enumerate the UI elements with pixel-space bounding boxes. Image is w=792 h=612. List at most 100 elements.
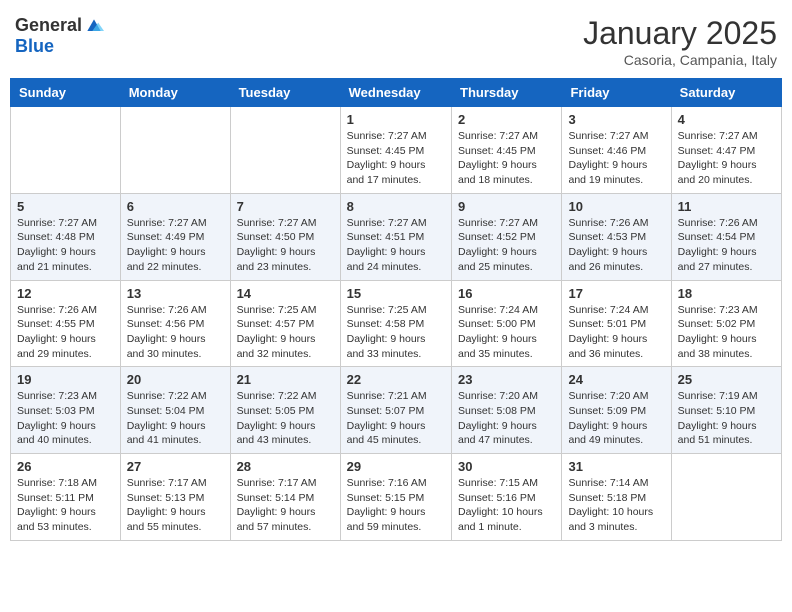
calendar: SundayMondayTuesdayWednesdayThursdayFrid… [10,78,782,541]
cell-day-number: 17 [568,286,664,301]
cell-day-number: 14 [237,286,334,301]
calendar-cell: 6 Sunrise: 7:27 AMSunset: 4:49 PMDaylight… [120,193,230,280]
calendar-cell: 24 Sunrise: 7:20 AMSunset: 5:09 PMDayligh… [562,367,671,454]
cell-info: Sunrise: 7:17 AMSunset: 5:13 PMDaylight:… [127,476,224,535]
cell-day-number: 25 [678,372,775,387]
cell-day-number: 3 [568,112,664,127]
calendar-cell: 7 Sunrise: 7:27 AMSunset: 4:50 PMDaylight… [230,193,340,280]
cell-day-number: 21 [237,372,334,387]
calendar-cell: 22 Sunrise: 7:21 AMSunset: 5:07 PMDayligh… [340,367,451,454]
weekday-header-wednesday: Wednesday [340,79,451,107]
cell-day-number: 31 [568,459,664,474]
calendar-cell: 30Sunrise: 7:15 AMSunset: 5:16 PMDayligh… [452,454,562,541]
calendar-cell [671,454,781,541]
calendar-cell: 13 Sunrise: 7:26 AMSunset: 4:56 PMDayligh… [120,280,230,367]
calendar-cell [230,107,340,194]
calendar-cell: 17 Sunrise: 7:24 AMSunset: 5:01 PMDayligh… [562,280,671,367]
cell-day-number: 28 [237,459,334,474]
calendar-cell: 12Sunrise: 7:26 AMSunset: 4:55 PMDayligh… [11,280,121,367]
calendar-cell: 27 Sunrise: 7:17 AMSunset: 5:13 PMDayligh… [120,454,230,541]
weekday-header-saturday: Saturday [671,79,781,107]
cell-info: Sunrise: 7:27 AMSunset: 4:50 PMDaylight:… [237,216,334,275]
calendar-cell: 25 Sunrise: 7:19 AMSunset: 5:10 PMDayligh… [671,367,781,454]
cell-day-number: 23 [458,372,555,387]
cell-day-number: 10 [568,199,664,214]
calendar-cell: 21 Sunrise: 7:22 AMSunset: 5:05 PMDayligh… [230,367,340,454]
cell-info: Sunrise: 7:20 AMSunset: 5:08 PMDaylight:… [458,389,555,448]
page-header: General Blue January 2025 Casoria, Campa… [10,10,782,68]
cell-info: Sunrise: 7:24 AMSunset: 5:01 PMDaylight:… [568,303,664,362]
cell-day-number: 11 [678,199,775,214]
calendar-cell: 18Sunrise: 7:23 AMSunset: 5:02 PMDayligh… [671,280,781,367]
cell-info: Sunrise: 7:27 AMSunset: 4:52 PMDaylight:… [458,216,555,275]
cell-info: Sunrise: 7:25 AMSunset: 4:57 PMDaylight:… [237,303,334,362]
cell-day-number: 12 [17,286,114,301]
calendar-cell: 1 Sunrise: 7:27 AMSunset: 4:45 PMDaylight… [340,107,451,194]
calendar-cell: 16 Sunrise: 7:24 AMSunset: 5:00 PMDayligh… [452,280,562,367]
month-title: January 2025 [583,15,777,52]
calendar-cell: 11 Sunrise: 7:26 AMSunset: 4:54 PMDayligh… [671,193,781,280]
cell-info: Sunrise: 7:17 AMSunset: 5:14 PMDaylight:… [237,476,334,535]
calendar-cell: 26 Sunrise: 7:18 AMSunset: 5:11 PMDayligh… [11,454,121,541]
cell-info: Sunrise: 7:27 AMSunset: 4:49 PMDaylight:… [127,216,224,275]
weekday-header-thursday: Thursday [452,79,562,107]
weekday-header-tuesday: Tuesday [230,79,340,107]
cell-day-number: 1 [347,112,445,127]
cell-day-number: 27 [127,459,224,474]
calendar-cell: 19Sunrise: 7:23 AMSunset: 5:03 PMDayligh… [11,367,121,454]
logo-icon [84,16,104,36]
calendar-cell: 28 Sunrise: 7:17 AMSunset: 5:14 PMDayligh… [230,454,340,541]
cell-info: Sunrise: 7:18 AMSunset: 5:11 PMDaylight:… [17,476,114,535]
cell-info: Sunrise: 7:22 AMSunset: 5:04 PMDaylight:… [127,389,224,448]
cell-day-number: 29 [347,459,445,474]
location: Casoria, Campania, Italy [583,52,777,68]
calendar-cell [120,107,230,194]
calendar-cell: 10Sunrise: 7:26 AMSunset: 4:53 PMDayligh… [562,193,671,280]
weekday-header-monday: Monday [120,79,230,107]
cell-info: Sunrise: 7:26 AMSunset: 4:56 PMDaylight:… [127,303,224,362]
cell-day-number: 7 [237,199,334,214]
logo-blue: Blue [15,36,54,57]
title-block: January 2025 Casoria, Campania, Italy [583,15,777,68]
cell-info: Sunrise: 7:22 AMSunset: 5:05 PMDaylight:… [237,389,334,448]
cell-info: Sunrise: 7:20 AMSunset: 5:09 PMDaylight:… [568,389,664,448]
cell-day-number: 4 [678,112,775,127]
calendar-cell: 4 Sunrise: 7:27 AMSunset: 4:47 PMDaylight… [671,107,781,194]
cell-day-number: 22 [347,372,445,387]
logo: General Blue [15,15,104,57]
weekday-header-friday: Friday [562,79,671,107]
cell-info: Sunrise: 7:19 AMSunset: 5:10 PMDaylight:… [678,389,775,448]
cell-day-number: 20 [127,372,224,387]
cell-info: Sunrise: 7:15 AMSunset: 5:16 PMDaylight:… [458,476,555,535]
cell-info: Sunrise: 7:24 AMSunset: 5:00 PMDaylight:… [458,303,555,362]
logo-general: General [15,15,82,36]
cell-info: Sunrise: 7:16 AMSunset: 5:15 PMDaylight:… [347,476,445,535]
cell-info: Sunrise: 7:25 AMSunset: 4:58 PMDaylight:… [347,303,445,362]
calendar-cell: 3 Sunrise: 7:27 AMSunset: 4:46 PMDaylight… [562,107,671,194]
cell-day-number: 9 [458,199,555,214]
calendar-cell: 31 Sunrise: 7:14 AMSunset: 5:18 PMDayligh… [562,454,671,541]
cell-info: Sunrise: 7:27 AMSunset: 4:46 PMDaylight:… [568,129,664,188]
calendar-cell: 20 Sunrise: 7:22 AMSunset: 5:04 PMDayligh… [120,367,230,454]
weekday-header-sunday: Sunday [11,79,121,107]
cell-info: Sunrise: 7:26 AMSunset: 4:54 PMDaylight:… [678,216,775,275]
calendar-cell: 9 Sunrise: 7:27 AMSunset: 4:52 PMDaylight… [452,193,562,280]
cell-info: Sunrise: 7:27 AMSunset: 4:45 PMDaylight:… [347,129,445,188]
cell-info: Sunrise: 7:27 AMSunset: 4:51 PMDaylight:… [347,216,445,275]
cell-day-number: 26 [17,459,114,474]
cell-day-number: 13 [127,286,224,301]
cell-day-number: 2 [458,112,555,127]
calendar-cell: 8Sunrise: 7:27 AMSunset: 4:51 PMDaylight… [340,193,451,280]
cell-info: Sunrise: 7:21 AMSunset: 5:07 PMDaylight:… [347,389,445,448]
cell-day-number: 16 [458,286,555,301]
calendar-cell: 14 Sunrise: 7:25 AMSunset: 4:57 PMDayligh… [230,280,340,367]
calendar-cell: 2Sunrise: 7:27 AMSunset: 4:45 PMDaylight… [452,107,562,194]
cell-day-number: 24 [568,372,664,387]
calendar-cell: 5Sunrise: 7:27 AMSunset: 4:48 PMDaylight… [11,193,121,280]
cell-day-number: 5 [17,199,114,214]
cell-info: Sunrise: 7:23 AMSunset: 5:02 PMDaylight:… [678,303,775,362]
cell-info: Sunrise: 7:27 AMSunset: 4:47 PMDaylight:… [678,129,775,188]
calendar-cell: 23 Sunrise: 7:20 AMSunset: 5:08 PMDayligh… [452,367,562,454]
cell-day-number: 6 [127,199,224,214]
cell-info: Sunrise: 7:14 AMSunset: 5:18 PMDaylight:… [568,476,664,535]
